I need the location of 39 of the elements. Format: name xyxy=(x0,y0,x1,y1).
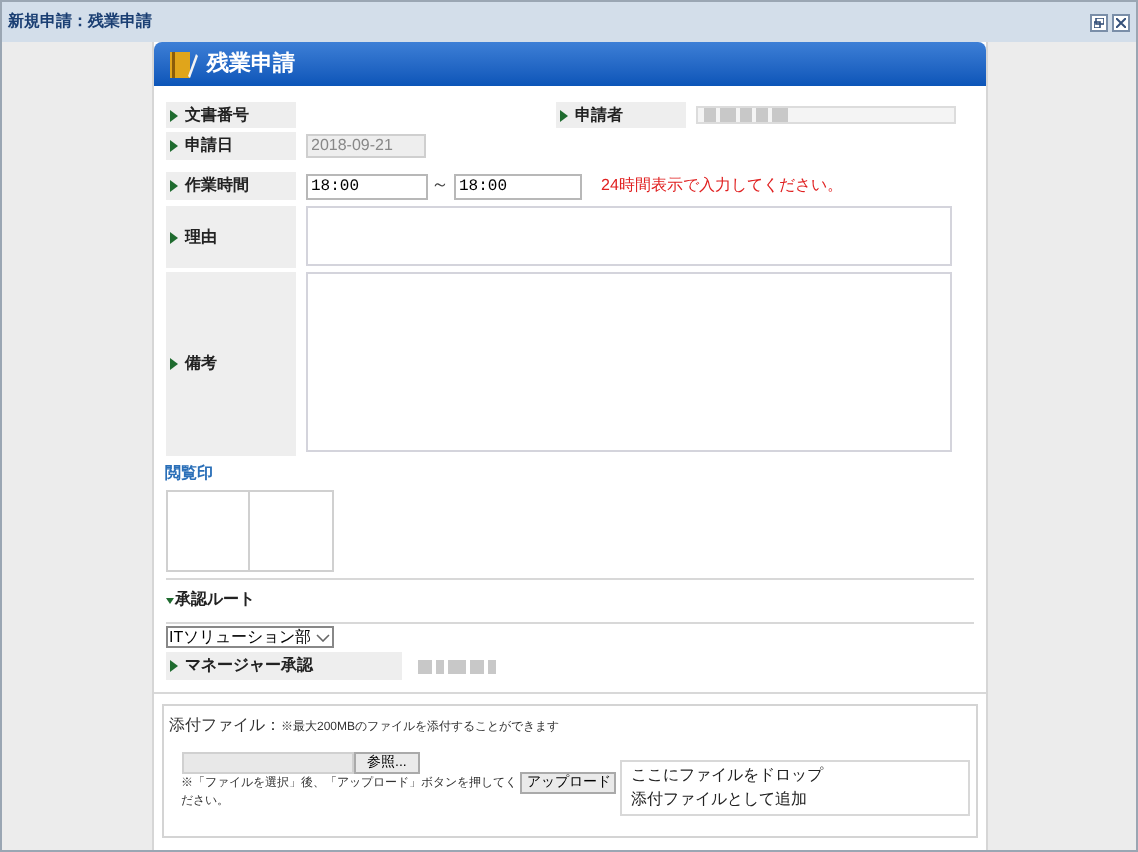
restore-button[interactable] xyxy=(1090,13,1108,31)
blurred-text xyxy=(703,108,787,122)
drop-zone-text: 添付ファイルとして追加 xyxy=(630,788,809,812)
form-title: 残業申請 xyxy=(207,49,295,80)
bullet-icon xyxy=(169,109,177,121)
close-button[interactable] xyxy=(1112,13,1130,31)
field-label: 文書番号 xyxy=(185,103,249,127)
drop-zone-text: ここにファイルをドロップ xyxy=(630,764,826,788)
start-time-field[interactable]: 18:00 xyxy=(305,173,427,199)
range-separator: ～ xyxy=(431,172,449,199)
attachment-label: 添付ファイル： xyxy=(169,714,281,738)
field-label: 備考 xyxy=(185,352,217,376)
window-title: 新規申請：残業申請 xyxy=(8,10,152,34)
expanded-caret-icon[interactable] xyxy=(165,596,173,604)
bullet-icon xyxy=(169,140,177,152)
field-label: 申請者 xyxy=(575,103,623,127)
department-select[interactable]: ITソリューション部 xyxy=(165,626,334,648)
section-title: 承認ルート xyxy=(175,588,255,612)
stamp-box xyxy=(165,490,249,572)
field-label: 理由 xyxy=(185,225,217,249)
file-path-field[interactable] xyxy=(181,752,353,774)
drop-zone[interactable]: ここにファイルをドロップ 添付ファイルとして追加 xyxy=(620,760,969,816)
bullet-icon xyxy=(169,660,177,672)
bullet-icon xyxy=(169,180,177,192)
reason-field[interactable] xyxy=(305,206,951,266)
field-label: 作業時間 xyxy=(185,174,249,198)
time-format-hint: 24時間表示で入力してください。 xyxy=(601,174,843,198)
field-label: 申請日 xyxy=(185,134,233,158)
blurred-text xyxy=(417,659,495,673)
field-label: マネージャー承認 xyxy=(185,654,313,678)
bullet-icon xyxy=(169,231,177,243)
remarks-field[interactable] xyxy=(305,272,951,452)
end-time-field[interactable]: 18:00 xyxy=(453,173,581,199)
section-title: 閲覧印 xyxy=(165,462,215,486)
bullet-icon xyxy=(169,358,177,370)
bullet-icon xyxy=(559,109,567,121)
notebook-icon xyxy=(169,49,197,79)
chevron-down-icon xyxy=(315,633,330,641)
stamp-box xyxy=(249,490,333,572)
